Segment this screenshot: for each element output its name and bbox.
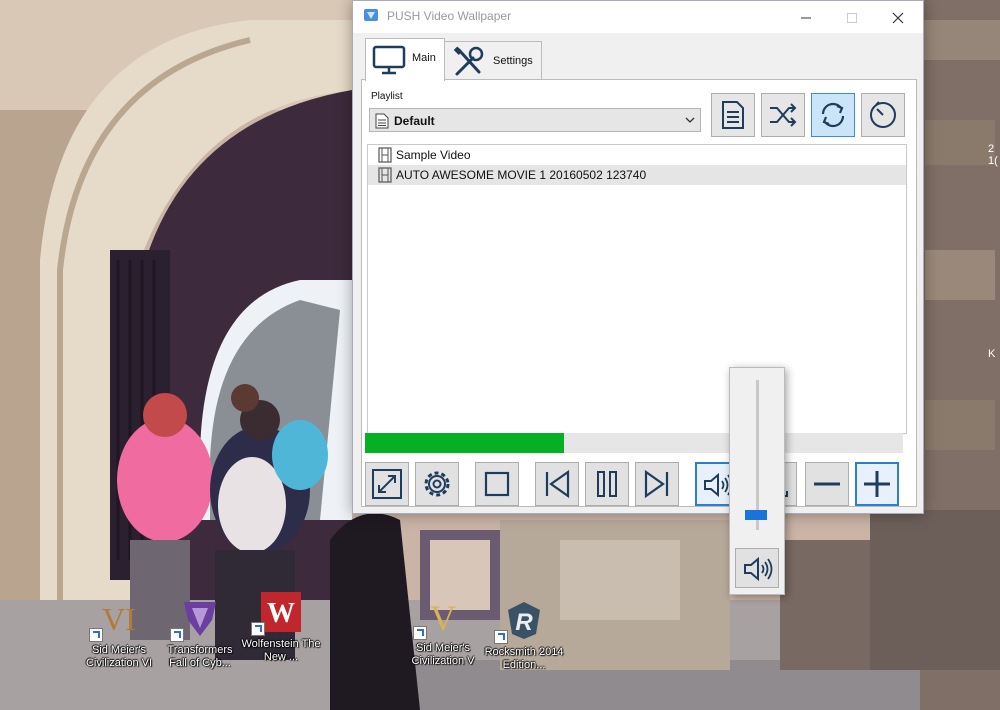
civilization-vi-icon: VI	[102, 601, 136, 637]
window-title: PUSH Video Wallpaper	[387, 9, 512, 23]
fullscreen-icon	[372, 469, 402, 499]
playlist-dropdown[interactable]: Default	[369, 108, 701, 132]
stop-button[interactable]	[475, 462, 519, 506]
desktop-icon-civilization-vi[interactable]: VI Sid Meier's Civilization VI	[78, 598, 160, 688]
playback-progress-bar[interactable]	[365, 433, 903, 453]
push-app-icon	[364, 9, 378, 21]
shortcut-arrow-icon	[89, 628, 103, 642]
tab-settings-label: Settings	[493, 55, 533, 67]
timer-icon	[870, 101, 896, 128]
list-item[interactable]: AUTO AWESOME MOVIE 1 20160502 123740	[368, 165, 906, 185]
zoom-in-button[interactable]	[855, 462, 899, 506]
next-icon	[644, 469, 669, 499]
shortcut-arrow-icon	[494, 630, 508, 644]
desktop-icon-civilization-v[interactable]: V Sid Meier's Civilization V	[402, 596, 484, 686]
pause-button[interactable]	[585, 462, 629, 506]
title-bar[interactable]: PUSH Video Wallpaper	[353, 1, 923, 33]
playlist-label: Playlist	[371, 91, 403, 102]
next-button[interactable]	[635, 462, 679, 506]
list-item-label: Sample Video	[396, 148, 471, 162]
film-icon	[378, 147, 392, 163]
list-item[interactable]: Sample Video	[368, 145, 906, 165]
stop-icon	[484, 471, 510, 497]
civilization-v-icon: V	[430, 598, 456, 636]
playback-progress-fill	[365, 433, 564, 453]
plus-icon	[864, 471, 890, 497]
list-item-label: AUTO AWESOME MOVIE 1 20160502 123740	[396, 168, 647, 182]
close-button[interactable]	[875, 1, 921, 33]
svg-text:R: R	[515, 609, 533, 636]
document-icon	[722, 101, 744, 129]
minimize-button[interactable]	[783, 1, 829, 33]
desktop-icon-label: Sid Meier's Civilization VI	[85, 644, 153, 669]
desktop-icon-transformers[interactable]: Transformers Fall of Cyb...	[159, 598, 241, 688]
rocksmith-icon: R	[508, 602, 540, 639]
maximize-button[interactable]	[829, 1, 875, 33]
gear-icon	[424, 471, 450, 497]
chevron-down-icon	[685, 117, 695, 123]
clipped-text: K	[988, 348, 996, 360]
svg-text:VI: VI	[102, 601, 136, 637]
tab-settings[interactable]: Settings	[444, 41, 542, 80]
edit-playlist-button[interactable]	[711, 93, 755, 137]
volume-slider-track[interactable]	[756, 380, 759, 530]
shuffle-button[interactable]	[761, 93, 805, 137]
monitor-icon	[372, 45, 406, 75]
timer-button[interactable]	[861, 93, 905, 137]
close-icon	[892, 12, 904, 24]
playlist-list[interactable]: Sample Video AUTO AWESOME MOVIE 1 201605…	[367, 144, 907, 434]
speaker-icon	[744, 556, 773, 582]
zoom-out-button[interactable]	[805, 462, 849, 506]
fullscreen-button[interactable]	[365, 462, 409, 506]
wolfenstein-icon: W	[261, 592, 301, 632]
desktop-icon-label: Rocksmith 2014 Edition...	[484, 646, 564, 671]
minimize-icon	[801, 17, 811, 19]
film-icon	[378, 167, 392, 183]
playlist-document-icon	[375, 113, 389, 129]
mute-button[interactable]	[735, 548, 779, 588]
desktop-icon-wolfenstein[interactable]: W Wolfenstein The New ...	[240, 592, 322, 682]
svg-text:V: V	[430, 598, 456, 636]
desktop-icon-label: Wolfenstein The New ...	[241, 638, 321, 663]
minus-icon	[814, 482, 840, 486]
settings-button[interactable]	[415, 462, 459, 506]
desktop-icon-label: Sid Meier's Civilization V	[411, 642, 475, 667]
volume-flyout	[729, 367, 785, 595]
previous-button[interactable]	[535, 462, 579, 506]
shortcut-arrow-icon	[251, 622, 265, 636]
shortcut-arrow-icon	[170, 628, 184, 642]
clipped-text: 2 1(	[988, 143, 998, 167]
repeat-button[interactable]	[811, 93, 855, 137]
desktop-icon-label: Transformers Fall of Cyb...	[167, 644, 233, 669]
tab-main[interactable]: Main	[365, 38, 445, 81]
tools-icon	[453, 46, 484, 76]
svg-text:W: W	[267, 598, 295, 629]
desktop-icon-rocksmith[interactable]: R Rocksmith 2014 Edition...	[483, 600, 565, 690]
decepticon-icon	[184, 602, 216, 636]
shortcut-arrow-icon	[413, 626, 427, 640]
maximize-icon	[847, 13, 857, 23]
repeat-icon	[821, 102, 845, 128]
app-window: PUSH Video Wallpaper Main Settings Playl…	[352, 0, 924, 514]
shuffle-icon	[770, 103, 797, 127]
pause-icon	[597, 471, 617, 497]
tab-main-label: Main	[412, 52, 436, 64]
volume-slider-thumb[interactable]	[745, 510, 767, 520]
previous-icon	[545, 469, 570, 499]
playlist-selected-value: Default	[394, 114, 435, 128]
